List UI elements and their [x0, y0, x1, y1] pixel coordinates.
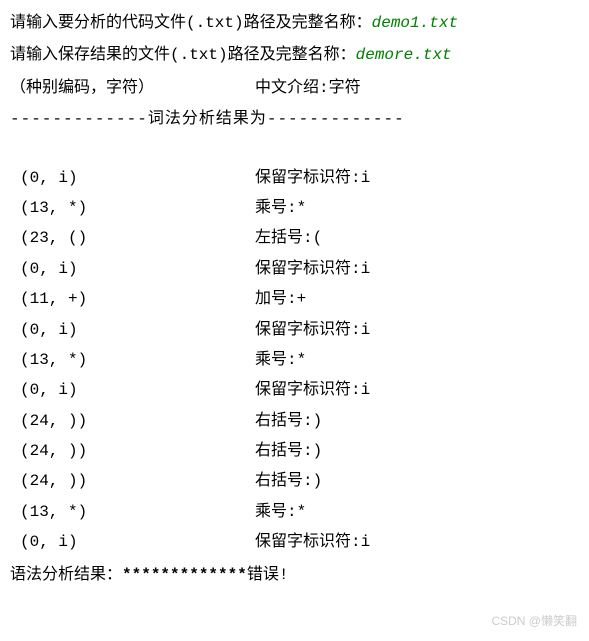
prompt-line-2: 请输入保存结果的文件(.txt)路径及完整名称：demore.txt [10, 40, 579, 70]
token-desc: 保留字标识符:i [255, 375, 579, 405]
token-row: (0, i) 保留字标识符:i [10, 375, 579, 405]
token-pair: (13, *) [20, 497, 255, 527]
column-header-left: （种别编码，字符） [10, 73, 255, 103]
token-desc: 保留字标识符:i [255, 527, 579, 557]
token-desc: 乘号:* [255, 345, 579, 375]
prompt-label-1: 请输入要分析的代码文件(.txt)路径及完整名称： [10, 14, 372, 32]
divider-dashes-left: ------------- [10, 110, 148, 128]
token-row: (24, )) 右括号:) [10, 406, 579, 436]
token-row: (0, i) 保留字标识符:i [10, 163, 579, 193]
watermark: CSDN @懒笑翻 [491, 610, 577, 633]
token-row: (0, i) 保留字标识符:i [10, 527, 579, 557]
token-pair: (0, i) [20, 527, 255, 557]
token-row: (0, i) 保留字标识符:i [10, 254, 579, 284]
token-desc: 保留字标识符:i [255, 254, 579, 284]
token-pair: (24, )) [20, 406, 255, 436]
token-pair: (0, i) [20, 163, 255, 193]
token-pair: (11, +) [20, 284, 255, 314]
token-desc: 左括号:( [255, 223, 579, 253]
prompt-label-2: 请输入保存结果的文件(.txt)路径及完整名称： [10, 46, 356, 64]
token-pair: (0, i) [20, 254, 255, 284]
result-text: 错误! [247, 566, 289, 584]
token-row: (23, () 左括号:( [10, 223, 579, 253]
token-desc: 右括号:) [255, 436, 579, 466]
token-desc: 保留字标识符:i [255, 315, 579, 345]
token-pair: (24, )) [20, 436, 255, 466]
token-desc: 右括号:) [255, 466, 579, 496]
token-pair: (23, () [20, 223, 255, 253]
prompt-line-1: 请输入要分析的代码文件(.txt)路径及完整名称：demo1.txt [10, 8, 579, 38]
token-pair: (13, *) [20, 193, 255, 223]
token-pair: (0, i) [20, 375, 255, 405]
result-stars: ************* [122, 566, 247, 584]
token-list: (0, i) 保留字标识符:i (13, *) 乘号:* (23, () 左括号… [10, 163, 579, 558]
token-desc: 保留字标识符:i [255, 163, 579, 193]
token-pair: (13, *) [20, 345, 255, 375]
column-header-row: （种别编码，字符） 中文介绍:字符 [10, 73, 579, 103]
token-desc: 乘号:* [255, 193, 579, 223]
token-row: (13, *) 乘号:* [10, 345, 579, 375]
divider-label: 词法分析结果为 [148, 108, 267, 127]
column-header-right: 中文介绍:字符 [255, 73, 579, 103]
divider-dashes-right: ------------- [267, 110, 405, 128]
result-label: 语法分析结果： [10, 566, 122, 584]
token-row: (11, +) 加号:+ [10, 284, 579, 314]
token-desc: 乘号:* [255, 497, 579, 527]
token-row: (24, )) 右括号:) [10, 466, 579, 496]
token-row: (13, *) 乘号:* [10, 497, 579, 527]
token-pair: (0, i) [20, 315, 255, 345]
token-row: (13, *) 乘号:* [10, 193, 579, 223]
prompt-value-2: demore.txt [356, 46, 452, 64]
syntax-result-line: 语法分析结果：*************错误! [10, 560, 579, 590]
token-row: (0, i) 保留字标识符:i [10, 315, 579, 345]
token-pair: (24, )) [20, 466, 255, 496]
token-desc: 加号:+ [255, 284, 579, 314]
divider-line: -------------词法分析结果为------------- [10, 103, 579, 134]
token-desc: 右括号:) [255, 406, 579, 436]
prompt-value-1: demo1.txt [372, 14, 458, 32]
token-row: (24, )) 右括号:) [10, 436, 579, 466]
